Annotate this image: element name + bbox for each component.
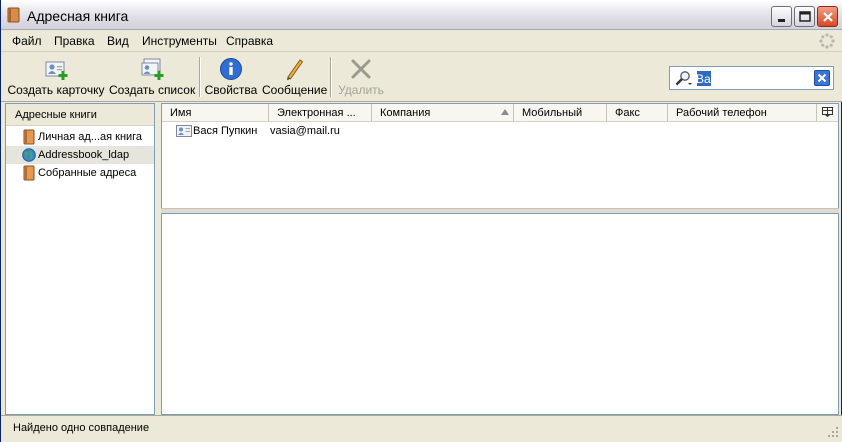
menu-bar: Файл Правка Вид Инструменты Справка: [1, 30, 842, 52]
search-box[interactable]: [669, 66, 834, 90]
status-bar: Найдено одно совпадение: [1, 415, 842, 442]
menu-help[interactable]: Справка: [226, 34, 273, 48]
status-text: Найдено одно совпадение: [13, 422, 150, 434]
table-row[interactable]: Вася Пупкин vasia@mail.ru: [162, 122, 838, 140]
column-header-company[interactable]: Компания: [372, 104, 514, 122]
results-list: Имя Электронная ... Компания Мобильный Ф…: [161, 103, 839, 208]
column-header-email[interactable]: Электронная ...: [269, 104, 372, 122]
column-picker-icon: [822, 107, 833, 117]
tree-item-personal-book[interactable]: Личная ад...ая книга: [6, 128, 154, 146]
close-icon: [823, 12, 833, 22]
address-book-window: Адресная книга Файл Правка Вид Инструмен…: [0, 0, 842, 442]
activity-throbber-icon: [819, 33, 835, 49]
contact-name: Вася Пупкин: [193, 125, 258, 137]
tree-item-ldap[interactable]: Addressbook_ldap: [6, 146, 154, 164]
message-button[interactable]: Сообщение: [262, 55, 328, 99]
column-header-work-phone[interactable]: Рабочий телефон: [668, 104, 817, 122]
clear-icon: [817, 73, 827, 83]
delete-label: Удалить: [338, 83, 384, 97]
tree-item-label: Addressbook_ldap: [38, 149, 130, 161]
address-books-header: Адресные книги: [6, 104, 154, 126]
address-book-app-icon: [7, 7, 20, 23]
new-card-label: Создать карточку: [7, 83, 105, 97]
toolbar-separator: [330, 57, 332, 97]
toolbar: Создать карточку Создать список Свойства: [1, 52, 842, 102]
delete-icon: [351, 59, 371, 79]
info-icon: [220, 58, 242, 80]
new-card-button[interactable]: Создать карточку: [7, 55, 105, 99]
minimize-button[interactable]: [771, 6, 792, 27]
maximize-button[interactable]: [794, 6, 815, 27]
message-label: Сообщение: [262, 83, 328, 97]
contact-email: vasia@mail.ru: [270, 125, 340, 137]
minimize-icon: [778, 19, 785, 22]
properties-label: Свойства: [204, 83, 258, 97]
toolbar-separator: [199, 57, 201, 97]
maximize-icon: [799, 11, 811, 22]
column-header-mobile[interactable]: Мобильный: [514, 104, 607, 122]
card-preview-pane: [161, 213, 839, 415]
globe-icon: [22, 148, 36, 162]
book-icon: [23, 165, 35, 181]
tree-item-collected-addresses[interactable]: Собранные адреса: [6, 164, 154, 182]
properties-button[interactable]: Свойства: [204, 55, 258, 99]
window-title: Адресная книга: [27, 8, 129, 24]
clear-search-button[interactable]: [814, 70, 830, 86]
close-button[interactable]: [817, 6, 838, 27]
column-header-name[interactable]: Имя: [162, 104, 269, 122]
column-header-fax[interactable]: Факс: [607, 104, 668, 122]
search-icon: [675, 71, 692, 86]
sort-ascending-icon: [501, 109, 509, 115]
tree-item-label: Собранные адреса: [38, 167, 137, 179]
title-bar[interactable]: Адресная книга: [1, 0, 842, 30]
pencil-icon: [287, 59, 304, 81]
column-picker-button[interactable]: [817, 104, 838, 122]
column-header-company-label: Компания: [380, 107, 431, 119]
menu-file[interactable]: Файл: [12, 34, 42, 48]
menu-edit[interactable]: Правка: [54, 34, 95, 48]
new-card-icon: [45, 61, 68, 80]
book-icon: [23, 129, 35, 145]
menu-view[interactable]: Вид: [107, 34, 129, 48]
contact-card-icon: [176, 125, 192, 137]
delete-button[interactable]: Удалить: [336, 55, 386, 99]
menu-tools[interactable]: Инструменты: [142, 34, 217, 48]
address-books-pane: Адресные книги Личная ад...ая книга Addr…: [5, 103, 155, 415]
resize-grip-icon[interactable]: [827, 426, 839, 438]
new-list-icon: [141, 58, 164, 80]
search-input[interactable]: [696, 71, 808, 86]
new-list-label: Создать список: [109, 83, 196, 97]
tree-item-label: Личная ад...ая книга: [38, 131, 143, 143]
new-list-button[interactable]: Создать список: [109, 55, 195, 99]
